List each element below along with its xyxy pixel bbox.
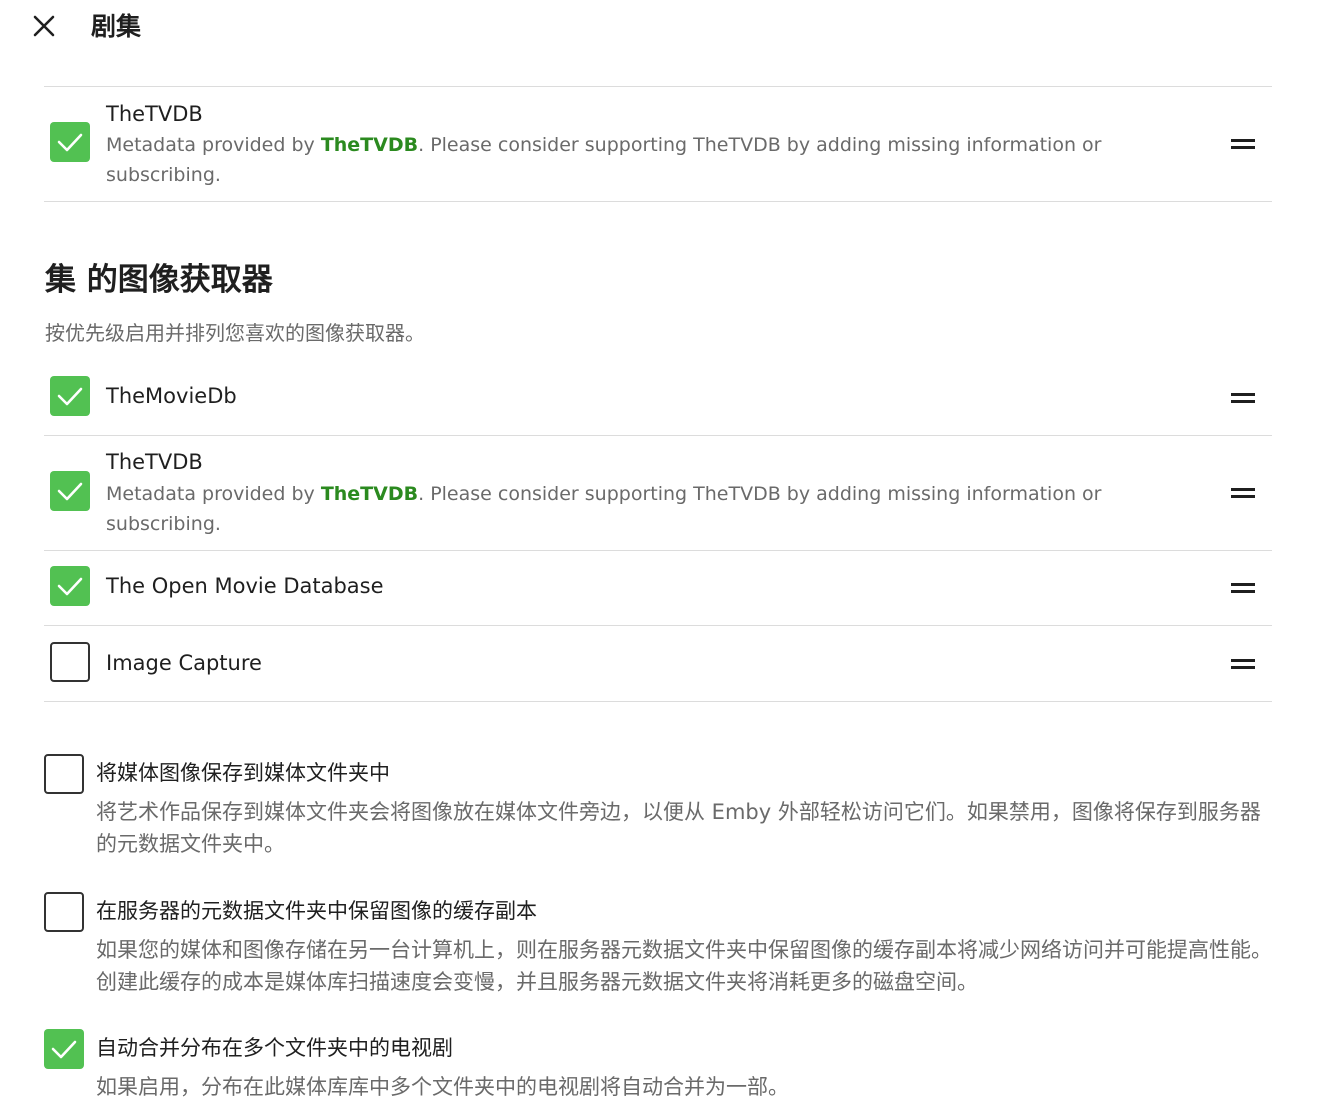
option-cache-images: 在服务器的元数据文件夹中保留图像的缓存副本 如果您的媒体和图像存储在另一台计算机… bbox=[44, 892, 1284, 1002]
image-fetcher-description: Metadata provided by TheTVDB. Please con… bbox=[106, 479, 1116, 539]
image-fetcher-row-thetvdb: TheTVDB Metadata provided by TheTVDB. Pl… bbox=[44, 436, 1272, 551]
image-fetcher-row-omdb: The Open Movie Database bbox=[44, 551, 1272, 626]
option-description: 如果启用，分布在此媒体库库中多个文件夹中的电视剧将自动合并为一部。 bbox=[96, 1075, 789, 1099]
cache-images-checkbox[interactable] bbox=[44, 892, 84, 932]
close-button[interactable] bbox=[28, 10, 60, 42]
image-fetcher-name: The Open Movie Database bbox=[106, 574, 384, 598]
image-fetcher-omdb-checkbox[interactable] bbox=[50, 566, 90, 606]
fetcher-name: TheTVDB bbox=[106, 102, 203, 126]
description-prefix: Metadata provided by bbox=[106, 483, 321, 505]
option-label: 将媒体图像保存到媒体文件夹中 bbox=[96, 761, 390, 785]
checkmark-icon bbox=[57, 577, 83, 596]
thetvdb-brand-link[interactable]: TheTVDB bbox=[321, 483, 418, 505]
drag-handle-icon[interactable] bbox=[1231, 583, 1257, 595]
fetcher-thetvdb-checkbox[interactable] bbox=[50, 122, 90, 162]
drag-handle-icon[interactable] bbox=[1231, 393, 1257, 405]
description-prefix: Metadata provided by bbox=[106, 134, 321, 156]
option-merge-series: 自动合并分布在多个文件夹中的电视剧 如果启用，分布在此媒体库库中多个文件夹中的电… bbox=[44, 1029, 1284, 1111]
fetcher-row-thetvdb: TheTVDB Metadata provided by TheTVDB. Pl… bbox=[44, 86, 1272, 202]
checkmark-icon bbox=[57, 133, 83, 152]
drag-handle-icon[interactable] bbox=[1231, 659, 1257, 671]
option-label: 在服务器的元数据文件夹中保留图像的缓存副本 bbox=[96, 899, 537, 923]
save-artwork-checkbox[interactable] bbox=[44, 754, 84, 794]
image-fetcher-thetvdb-checkbox[interactable] bbox=[50, 471, 90, 511]
fetcher-description: Metadata provided by TheTVDB. Please con… bbox=[106, 130, 1116, 190]
thetvdb-brand-link[interactable]: TheTVDB bbox=[321, 134, 418, 156]
image-fetcher-row-image-capture: Image Capture bbox=[44, 626, 1272, 702]
drag-handle-icon[interactable] bbox=[1231, 488, 1257, 500]
image-fetcher-image-capture-checkbox[interactable] bbox=[50, 642, 90, 682]
image-fetcher-name: TheTVDB bbox=[106, 450, 203, 474]
page-title: 剧集 bbox=[91, 12, 142, 41]
option-description: 将艺术作品保存到媒体文件夹会将图像放在媒体文件旁边，以便从 Emby 外部轻松访… bbox=[96, 800, 1261, 856]
merge-series-checkbox[interactable] bbox=[44, 1029, 84, 1069]
drag-handle-icon[interactable] bbox=[1231, 139, 1257, 151]
dialog-header: 剧集 bbox=[0, 0, 1332, 56]
image-fetcher-themoviedb-checkbox[interactable] bbox=[50, 376, 90, 416]
image-fetcher-name: TheMovieDb bbox=[106, 384, 237, 408]
checkmark-icon bbox=[57, 482, 83, 501]
image-fetchers-description: 按优先级启用并排列您喜欢的图像获取器。 bbox=[45, 321, 425, 345]
checkmark-icon bbox=[57, 387, 83, 406]
option-label: 自动合并分布在多个文件夹中的电视剧 bbox=[96, 1036, 453, 1060]
checkmark-icon bbox=[51, 1040, 77, 1059]
option-save-artwork-into-media-folder: 将媒体图像保存到媒体文件夹中 将艺术作品保存到媒体文件夹会将图像放在媒体文件旁边… bbox=[44, 754, 1284, 864]
image-fetchers-title: 集 的图像获取器 bbox=[45, 262, 273, 298]
close-icon bbox=[33, 15, 55, 37]
image-fetcher-name: Image Capture bbox=[106, 651, 262, 675]
image-fetcher-row-themoviedb: TheMovieDb bbox=[44, 360, 1272, 436]
option-description: 如果您的媒体和图像存储在另一台计算机上，则在服务器元数据文件夹中保留图像的缓存副… bbox=[96, 938, 1272, 994]
